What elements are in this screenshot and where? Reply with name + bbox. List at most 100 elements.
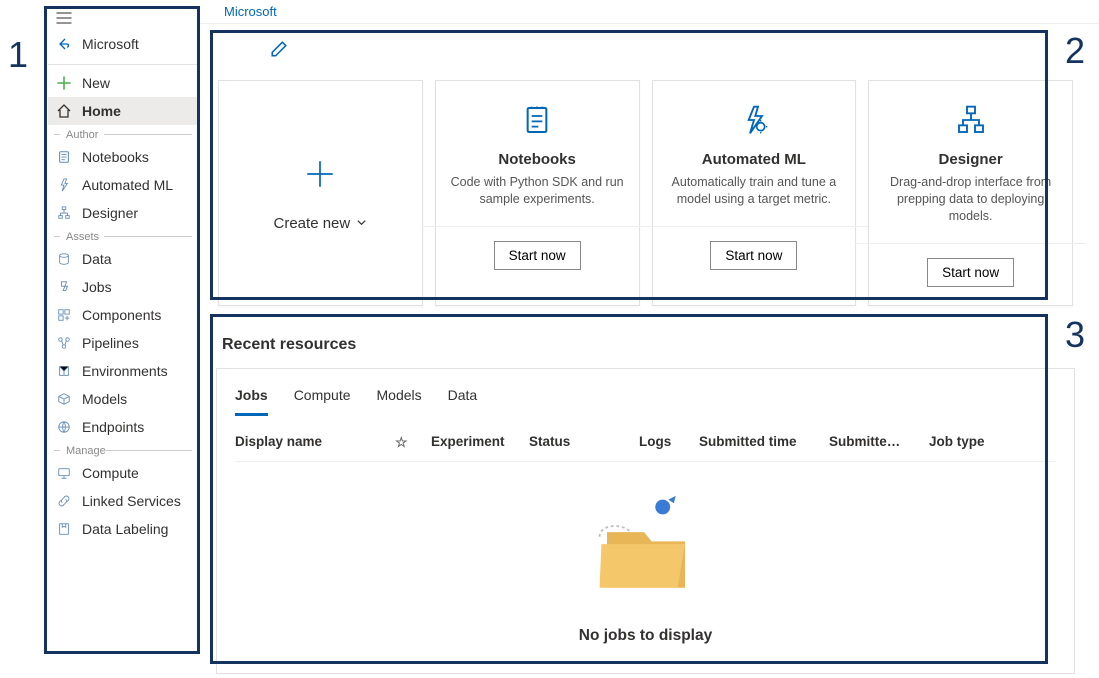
favorite-star-icon[interactable]: ☆	[395, 434, 421, 451]
col-experiment[interactable]: Experiment	[431, 434, 519, 451]
recent-tabs: Jobs Compute Models Data	[235, 377, 1056, 416]
designer-large-icon	[954, 103, 988, 137]
col-submitted-by[interactable]: Submitte…	[829, 434, 919, 451]
sidebar-item-label: Automated ML	[82, 177, 173, 193]
card-desc: Automatically train and tune a model usi…	[667, 174, 842, 208]
col-display-name[interactable]: Display name	[235, 434, 385, 451]
card-title: Automated ML	[702, 151, 806, 168]
card-divider	[855, 243, 1086, 244]
home-icon	[56, 103, 72, 119]
sidebar-item-label: Compute	[82, 465, 139, 481]
back-link-label: Microsoft	[82, 36, 139, 52]
empty-message: No jobs to display	[579, 627, 712, 645]
sidebar-item-label: New	[82, 75, 110, 91]
create-new-dropdown[interactable]: Create new	[274, 215, 368, 232]
environments-icon	[56, 363, 72, 379]
breadcrumb-root[interactable]: Microsoft	[224, 4, 277, 19]
sidebar-item-new[interactable]: New	[48, 69, 198, 97]
sidebar-section-manage: Manage	[48, 441, 198, 459]
link-icon	[56, 493, 72, 509]
recent-panel: Jobs Compute Models Data Display name ☆ …	[216, 368, 1075, 674]
recent-resources: Recent resources Jobs Compute Models Dat…	[216, 336, 1075, 674]
sidebar-item-components[interactable]: Components	[48, 301, 198, 329]
sidebar-item-data[interactable]: Data	[48, 245, 198, 273]
designer-icon	[56, 205, 72, 221]
start-designer-button[interactable]: Start now	[927, 258, 1014, 287]
create-new-label: Create new	[274, 215, 351, 232]
start-automl-button[interactable]: Start now	[710, 241, 797, 270]
tab-data[interactable]: Data	[448, 381, 478, 416]
pipelines-icon	[56, 335, 72, 351]
sidebar-item-label: Jobs	[82, 279, 112, 295]
endpoints-icon	[56, 419, 72, 435]
sidebar: Microsoft New Home Author Notebooks Auto…	[48, 6, 198, 668]
sidebar-item-models[interactable]: Models	[48, 385, 198, 413]
col-submitted-time[interactable]: Submitted time	[699, 434, 819, 451]
hamburger-menu[interactable]	[48, 6, 198, 32]
jobs-icon	[56, 279, 72, 295]
sidebar-divider	[48, 64, 198, 65]
sidebar-section-assets: Assets	[48, 227, 198, 245]
plus-large-icon	[303, 157, 337, 191]
feature-cards: Create new Notebooks Code with Python SD…	[210, 80, 1081, 318]
sidebar-item-compute[interactable]: Compute	[48, 459, 198, 487]
sidebar-item-home[interactable]: Home	[48, 97, 198, 125]
back-link[interactable]: Microsoft	[48, 32, 198, 60]
workspace-header	[210, 30, 1081, 80]
sidebar-item-label: Components	[82, 307, 161, 323]
sidebar-item-label: Home	[82, 103, 121, 119]
recent-heading: Recent resources	[222, 336, 1075, 354]
tab-compute[interactable]: Compute	[294, 381, 351, 416]
label-icon	[56, 521, 72, 537]
col-job-type[interactable]: Job type	[929, 434, 999, 451]
chevron-down-icon	[356, 217, 367, 231]
sidebar-section-author: Author	[48, 125, 198, 143]
card-automl: Automated ML Automatically train and tun…	[652, 80, 857, 306]
sidebar-item-label: Endpoints	[82, 419, 144, 435]
sidebar-item-data-labeling[interactable]: Data Labeling	[48, 515, 198, 543]
tab-jobs[interactable]: Jobs	[235, 381, 268, 416]
sidebar-item-label: Models	[82, 391, 127, 407]
tab-models[interactable]: Models	[377, 381, 422, 416]
card-create-new[interactable]: Create new	[218, 80, 423, 306]
sidebar-item-notebooks[interactable]: Notebooks	[48, 143, 198, 171]
sidebar-item-linked-services[interactable]: Linked Services	[48, 487, 198, 515]
start-notebooks-button[interactable]: Start now	[494, 241, 581, 270]
plus-icon	[56, 75, 72, 91]
sidebar-item-pipelines[interactable]: Pipelines	[48, 329, 198, 357]
card-desc: Drag-and-drop interface from prepping da…	[883, 174, 1058, 225]
sidebar-item-label: Data	[82, 251, 112, 267]
notebook-icon	[56, 149, 72, 165]
breadcrumb-bar: Microsoft	[200, 0, 1099, 24]
sidebar-item-label: Designer	[82, 205, 138, 221]
components-icon	[56, 307, 72, 323]
card-title: Designer	[939, 151, 1003, 168]
sidebar-item-label: Data Labeling	[82, 521, 168, 537]
empty-state: No jobs to display	[235, 462, 1056, 653]
card-designer: Designer Drag-and-drop interface from pr…	[868, 80, 1073, 306]
hamburger-icon	[56, 10, 72, 26]
sidebar-item-environments[interactable]: Environments	[48, 357, 198, 385]
sidebar-item-label: Environments	[82, 363, 168, 379]
sidebar-item-jobs[interactable]: Jobs	[48, 273, 198, 301]
sidebar-item-label: Notebooks	[82, 149, 149, 165]
models-icon	[56, 391, 72, 407]
main-content: Create new Notebooks Code with Python SD…	[210, 30, 1081, 678]
sidebar-item-designer[interactable]: Designer	[48, 199, 198, 227]
sidebar-item-automated-ml[interactable]: Automated ML	[48, 171, 198, 199]
data-icon	[56, 251, 72, 267]
automl-icon	[56, 177, 72, 193]
annotation-number-1: 1	[8, 34, 28, 76]
compute-icon	[56, 465, 72, 481]
automl-large-icon	[737, 103, 771, 137]
card-divider	[422, 226, 653, 227]
sidebar-item-endpoints[interactable]: Endpoints	[48, 413, 198, 441]
card-notebooks: Notebooks Code with Python SDK and run s…	[435, 80, 640, 306]
edit-name-button[interactable]	[270, 40, 288, 63]
col-status[interactable]: Status	[529, 434, 629, 451]
sidebar-item-label: Pipelines	[82, 335, 139, 351]
col-logs[interactable]: Logs	[639, 434, 689, 451]
sidebar-item-label: Linked Services	[82, 493, 181, 509]
empty-folder-icon	[581, 486, 711, 611]
card-title: Notebooks	[498, 151, 576, 168]
